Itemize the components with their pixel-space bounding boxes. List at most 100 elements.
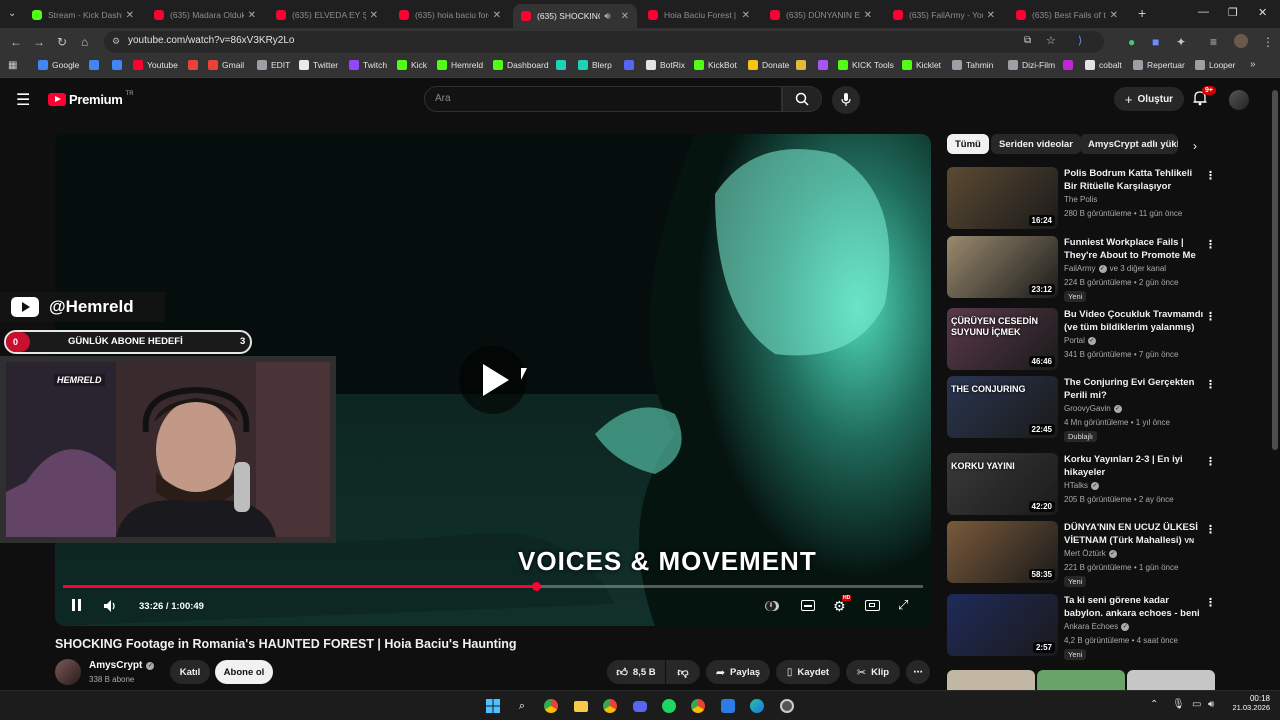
reading-list-icon[interactable]: ≡ bbox=[1210, 35, 1217, 49]
pause-button[interactable] bbox=[69, 599, 83, 613]
like-button[interactable]: 👍︎ 8,5 B bbox=[607, 660, 665, 684]
account-avatar[interactable] bbox=[1229, 90, 1249, 110]
windows-start-icon[interactable] bbox=[484, 697, 502, 715]
bookmark-item[interactable] bbox=[556, 60, 570, 70]
video-thumbnail[interactable]: 58:35 bbox=[947, 521, 1058, 583]
chip-scroll-right-icon[interactable]: › bbox=[1193, 139, 1197, 153]
video-thumbnail[interactable]: 23:12 bbox=[947, 236, 1058, 298]
bookmark-item[interactable]: cobalt bbox=[1085, 60, 1122, 70]
recommendation-title[interactable]: Bu Video Çocukluk Travmamdı (ve tüm bild… bbox=[1064, 308, 1204, 334]
tray-overflow-icon[interactable]: ⌃ bbox=[1150, 699, 1158, 710]
bookmark-item[interactable]: KICK Tools bbox=[838, 60, 894, 70]
browser-tab[interactable]: Stream - Kick Dashb ✕ bbox=[24, 4, 142, 26]
tab-close-icon[interactable]: ✕ bbox=[742, 10, 750, 21]
bookmark-item[interactable]: Twitter bbox=[299, 60, 338, 70]
browser-tab[interactable]: (635) ELVEDA EY ŞEY ✕ bbox=[268, 4, 386, 26]
recommendation-channel-row[interactable]: Mert Öztürk ✓ bbox=[1064, 549, 1117, 558]
profile-avatar[interactable] bbox=[1234, 34, 1248, 48]
bookmark-item[interactable]: Twitch bbox=[349, 60, 387, 70]
more-vertical-icon[interactable]: ⋮ bbox=[1205, 378, 1216, 391]
join-button[interactable]: Katıl bbox=[170, 660, 210, 684]
extension-icon[interactable]: ⟩ bbox=[1078, 34, 1082, 47]
tab-search-icon[interactable]: ⌄ bbox=[8, 8, 16, 19]
more-bookmarks-icon[interactable]: » bbox=[1250, 59, 1256, 70]
bookmark-item[interactable]: Kicklet bbox=[902, 60, 941, 70]
extensions-puzzle-icon[interactable]: ✦ bbox=[1176, 35, 1186, 49]
filter-chip[interactable]: Seriden videolar bbox=[991, 134, 1081, 154]
home-icon[interactable]: ⌂ bbox=[81, 35, 88, 49]
bookmark-item[interactable] bbox=[89, 60, 103, 70]
back-icon[interactable]: ← bbox=[10, 35, 22, 49]
recommendation-item[interactable]: 58:35 DÜNYA'NIN EN UCUZ ÜLKESİ VİETNAM (T… bbox=[947, 521, 1217, 587]
bookmark-item[interactable]: Tahmin bbox=[952, 60, 993, 70]
recommendation-channel-row[interactable]: GroovyGavin ✓ bbox=[1064, 404, 1122, 413]
recommendation-channel-row[interactable]: FailArmy ✓ ve 3 diğer kanal bbox=[1064, 264, 1166, 273]
recommendation-channel-row[interactable]: HTalks ✓ bbox=[1064, 481, 1100, 490]
center-play-button[interactable] bbox=[459, 346, 527, 414]
address-bar[interactable]: ⚙ youtube.com/watch?v=86xV3KRy2Lo ⧉ ☆ ⟩ bbox=[104, 31, 1104, 53]
extension-icon[interactable]: ■ bbox=[1152, 35, 1159, 49]
site-info-icon[interactable]: ⚙ bbox=[112, 36, 120, 47]
tab-close-icon[interactable]: ✕ bbox=[126, 10, 134, 21]
recommendation-thumb-partial[interactable] bbox=[1037, 670, 1125, 690]
taskbar-clock[interactable]: 00:18 21.03.2026 bbox=[1226, 694, 1270, 712]
dislike-button[interactable]: 👎︎ bbox=[666, 660, 700, 684]
bookmark-item[interactable]: Dashboard bbox=[493, 60, 549, 70]
chrome-profile-icon[interactable] bbox=[601, 697, 619, 715]
video-thumbnail[interactable]: THE CONJURING 22:45 bbox=[947, 376, 1058, 438]
youtube-logo[interactable]: Premium TR bbox=[48, 91, 134, 107]
recommendation-title[interactable]: The Conjuring Evi Gerçekten Perili mi? bbox=[1064, 376, 1204, 402]
bookmark-star-icon[interactable]: ☆ bbox=[1046, 34, 1056, 47]
filter-chip[interactable]: Tümü bbox=[947, 134, 989, 154]
tab-close-icon[interactable]: ✕ bbox=[987, 10, 995, 21]
bookmark-item[interactable] bbox=[188, 60, 202, 70]
chrome-alt-icon[interactable] bbox=[689, 697, 707, 715]
search-input[interactable]: Ara bbox=[424, 86, 782, 112]
video-thumbnail[interactable]: ÇÜRÜYEN CESEDİN SUYUNU İÇMEK 46:46 bbox=[947, 308, 1058, 370]
reload-icon[interactable]: ↻ bbox=[57, 35, 67, 49]
bookmark-item[interactable]: Looper bbox=[1195, 60, 1235, 70]
bookmark-item[interactable]: Dizi-Film bbox=[1008, 60, 1055, 70]
close-window-button[interactable]: ✕ bbox=[1258, 6, 1267, 19]
bookmark-item[interactable] bbox=[796, 60, 810, 70]
browser-tab[interactable]: (635) Best Fails of th ✕ bbox=[1008, 4, 1126, 26]
file-explorer-icon[interactable] bbox=[572, 697, 590, 715]
bookmark-item[interactable]: Google bbox=[38, 60, 79, 70]
recommendation-title[interactable]: Ta ki seni görene kadar babylon. ankara … bbox=[1064, 594, 1204, 621]
notifications-button[interactable]: 9+ bbox=[1192, 86, 1216, 110]
install-icon[interactable]: ⧉ bbox=[1024, 35, 1031, 46]
tab-close-icon[interactable]: ✕ bbox=[864, 10, 872, 21]
more-vertical-icon[interactable]: ⋮ bbox=[1205, 596, 1216, 609]
recommendation-item[interactable]: ÇÜRÜYEN CESEDİN SUYUNU İÇMEK 46:46 Bu Vide… bbox=[947, 308, 1217, 372]
more-actions-button[interactable]: ⋯ bbox=[906, 660, 930, 684]
scrollbar-thumb[interactable] bbox=[1272, 90, 1278, 450]
more-vertical-icon[interactable]: ⋮ bbox=[1205, 455, 1216, 468]
subtitles-button[interactable] bbox=[801, 600, 815, 611]
theater-mode-button[interactable] bbox=[865, 600, 880, 611]
browser-tab[interactable]: (635) FailArmy - You ✕ bbox=[885, 4, 1003, 26]
autoplay-toggle[interactable]: ll bbox=[765, 601, 779, 611]
tab-close-icon[interactable]: ✕ bbox=[493, 10, 501, 21]
recommendation-thumb-partial[interactable] bbox=[947, 670, 1035, 690]
video-thumbnail[interactable]: 2:57 bbox=[947, 594, 1058, 656]
forward-icon[interactable]: → bbox=[33, 35, 45, 49]
bookmark-item[interactable] bbox=[818, 60, 832, 70]
bookmark-item[interactable]: Youtube bbox=[133, 60, 178, 70]
save-button[interactable]: ▯ Kaydet bbox=[776, 660, 840, 684]
tray-mic-icon[interactable]: 🎙︎ bbox=[1172, 699, 1185, 710]
recommendation-channel-row[interactable]: The Polis bbox=[1064, 195, 1097, 204]
recommendation-title[interactable]: Polis Bodrum Katta Tehlikeli Bir Ritüell… bbox=[1064, 167, 1204, 193]
voice-search-button[interactable] bbox=[832, 86, 860, 114]
video-thumbnail[interactable]: 16:24 bbox=[947, 167, 1058, 229]
recommendation-title[interactable]: DÜNYA'NIN EN UCUZ ÜLKESİ VİETNAM (Türk M… bbox=[1064, 521, 1204, 548]
browser-menu-icon[interactable]: ⋮ bbox=[1262, 35, 1274, 49]
search-icon[interactable]: ⌕ bbox=[513, 697, 531, 715]
recommendation-title[interactable]: Funniest Workplace Fails | They're About… bbox=[1064, 236, 1204, 263]
tab-close-icon[interactable]: ✕ bbox=[1110, 10, 1118, 21]
bookmark-item[interactable]: BotRix bbox=[646, 60, 685, 70]
recommendation-item[interactable]: THE CONJURING 22:45 The Conjuring Evi Gerç… bbox=[947, 376, 1217, 442]
more-vertical-icon[interactable]: ⋮ bbox=[1205, 169, 1216, 182]
video-thumbnail[interactable]: KORKU YAYINI 42:20 bbox=[947, 453, 1058, 515]
recommendation-item[interactable]: 2:57 Ta ki seni görene kadar babylon. ank… bbox=[947, 594, 1217, 660]
bookmark-item[interactable]: Repertuar bbox=[1133, 60, 1185, 70]
